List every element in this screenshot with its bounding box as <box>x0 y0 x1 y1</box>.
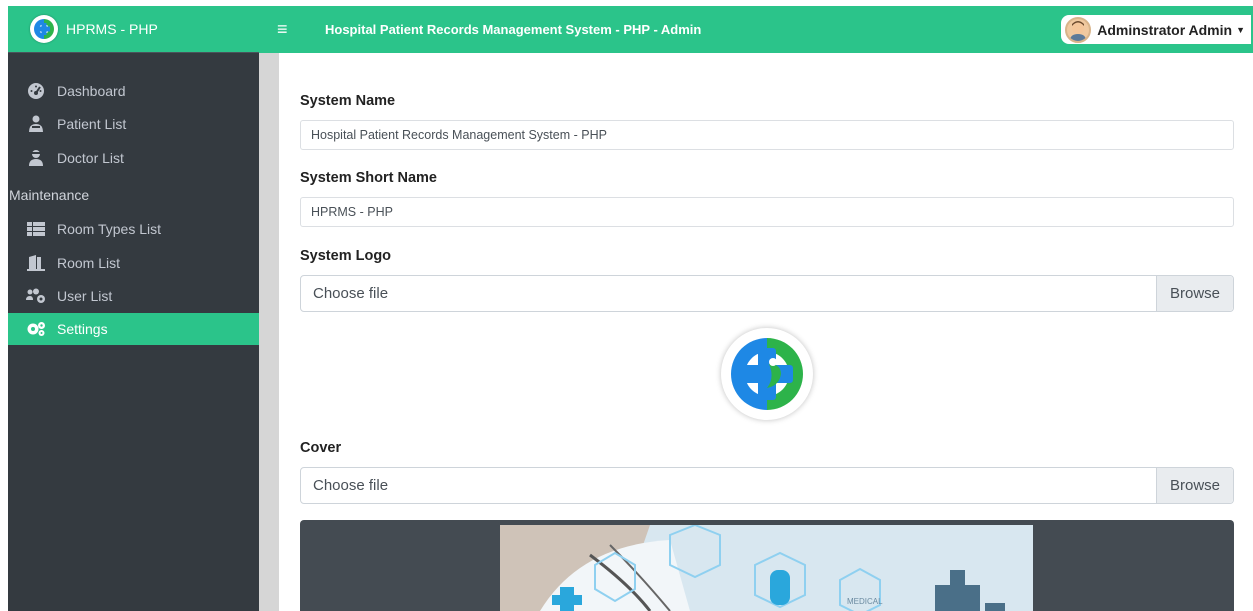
users-cog-icon <box>25 287 47 305</box>
doctor-icon <box>25 149 47 167</box>
brand-name: HPRMS - PHP <box>66 21 158 37</box>
cover-image: MEDICAL <box>500 525 1033 611</box>
sidebar-item-label: Room Types List <box>57 221 162 238</box>
brand-logo-icon <box>30 15 58 43</box>
logo-preview <box>721 328 813 420</box>
logo-file-placeholder: Choose file <box>313 285 389 302</box>
cover-file-input[interactable]: Choose file Browse <box>300 467 1234 504</box>
sidebar-item-label: Patient List <box>57 116 127 133</box>
settings-form: System Name Hospital Patient Records Man… <box>279 53 1253 611</box>
system-short-name-label: System Short Name <box>300 170 437 186</box>
list-icon <box>25 220 47 238</box>
sidebar-item-label: User List <box>57 288 113 305</box>
cover-medical-text: MEDICAL <box>847 597 883 606</box>
system-name-label: System Name <box>300 93 396 109</box>
system-short-name-input[interactable]: HPRMS - PHP <box>300 197 1234 227</box>
system-logo-icon <box>731 338 803 410</box>
user-name: Adminstrator Admin <box>1097 21 1233 38</box>
cogs-icon <box>25 320 47 338</box>
system-logo-file-input[interactable]: Choose file Browse <box>300 275 1234 312</box>
sidebar-item-label: Doctor List <box>57 149 124 166</box>
sidebar-item-room-list[interactable]: Room List <box>8 246 259 280</box>
sidebar-section-maintenance: Maintenance <box>9 186 90 203</box>
cover-preview: MEDICAL <box>300 520 1234 611</box>
hamburger-icon[interactable]: ≡ <box>277 19 293 40</box>
cover-file-placeholder: Choose file <box>313 477 389 494</box>
avatar <box>1065 16 1092 43</box>
sidebar-item-room-types-list[interactable]: Room Types List <box>8 213 259 247</box>
content-gutter <box>259 53 279 611</box>
sidebar-item-user-list[interactable]: User List <box>8 280 259 314</box>
cover-browse-button[interactable]: Browse <box>1156 468 1233 503</box>
topbar: ≡ Hospital Patient Records Management Sy… <box>259 6 1253 53</box>
sidebar-item-doctor-list[interactable]: Doctor List <box>8 141 259 175</box>
system-name-input[interactable]: Hospital Patient Records Management Syst… <box>300 120 1234 150</box>
chevron-down-icon: ▼ <box>1236 24 1245 35</box>
app: HPRMS - PHP Dashboard Patient List Docto… <box>0 0 1253 611</box>
tachometer-icon <box>25 82 47 100</box>
brand-link[interactable]: HPRMS - PHP <box>8 6 259 53</box>
sidebar-item-label: Dashboard <box>57 82 126 99</box>
sidebar-item-settings[interactable]: Settings <box>8 313 259 345</box>
user-menu-button[interactable]: Adminstrator Admin ▼ <box>1061 15 1251 44</box>
patient-icon <box>25 115 47 133</box>
page-title: Hospital Patient Records Management Syst… <box>325 22 702 37</box>
sidebar-item-label: Settings <box>57 321 108 337</box>
door-icon <box>25 254 47 272</box>
sidebar-item-patient-list[interactable]: Patient List <box>8 108 259 142</box>
system-logo-label: System Logo <box>300 248 392 264</box>
sidebar: HPRMS - PHP Dashboard Patient List Docto… <box>8 6 259 611</box>
sidebar-item-dashboard[interactable]: Dashboard <box>8 74 259 108</box>
logo-browse-button[interactable]: Browse <box>1156 276 1233 311</box>
cover-label: Cover <box>300 440 342 456</box>
sidebar-item-label: Room List <box>57 254 121 271</box>
sidebar-nav: Dashboard Patient List Doctor List Maint… <box>8 53 259 345</box>
